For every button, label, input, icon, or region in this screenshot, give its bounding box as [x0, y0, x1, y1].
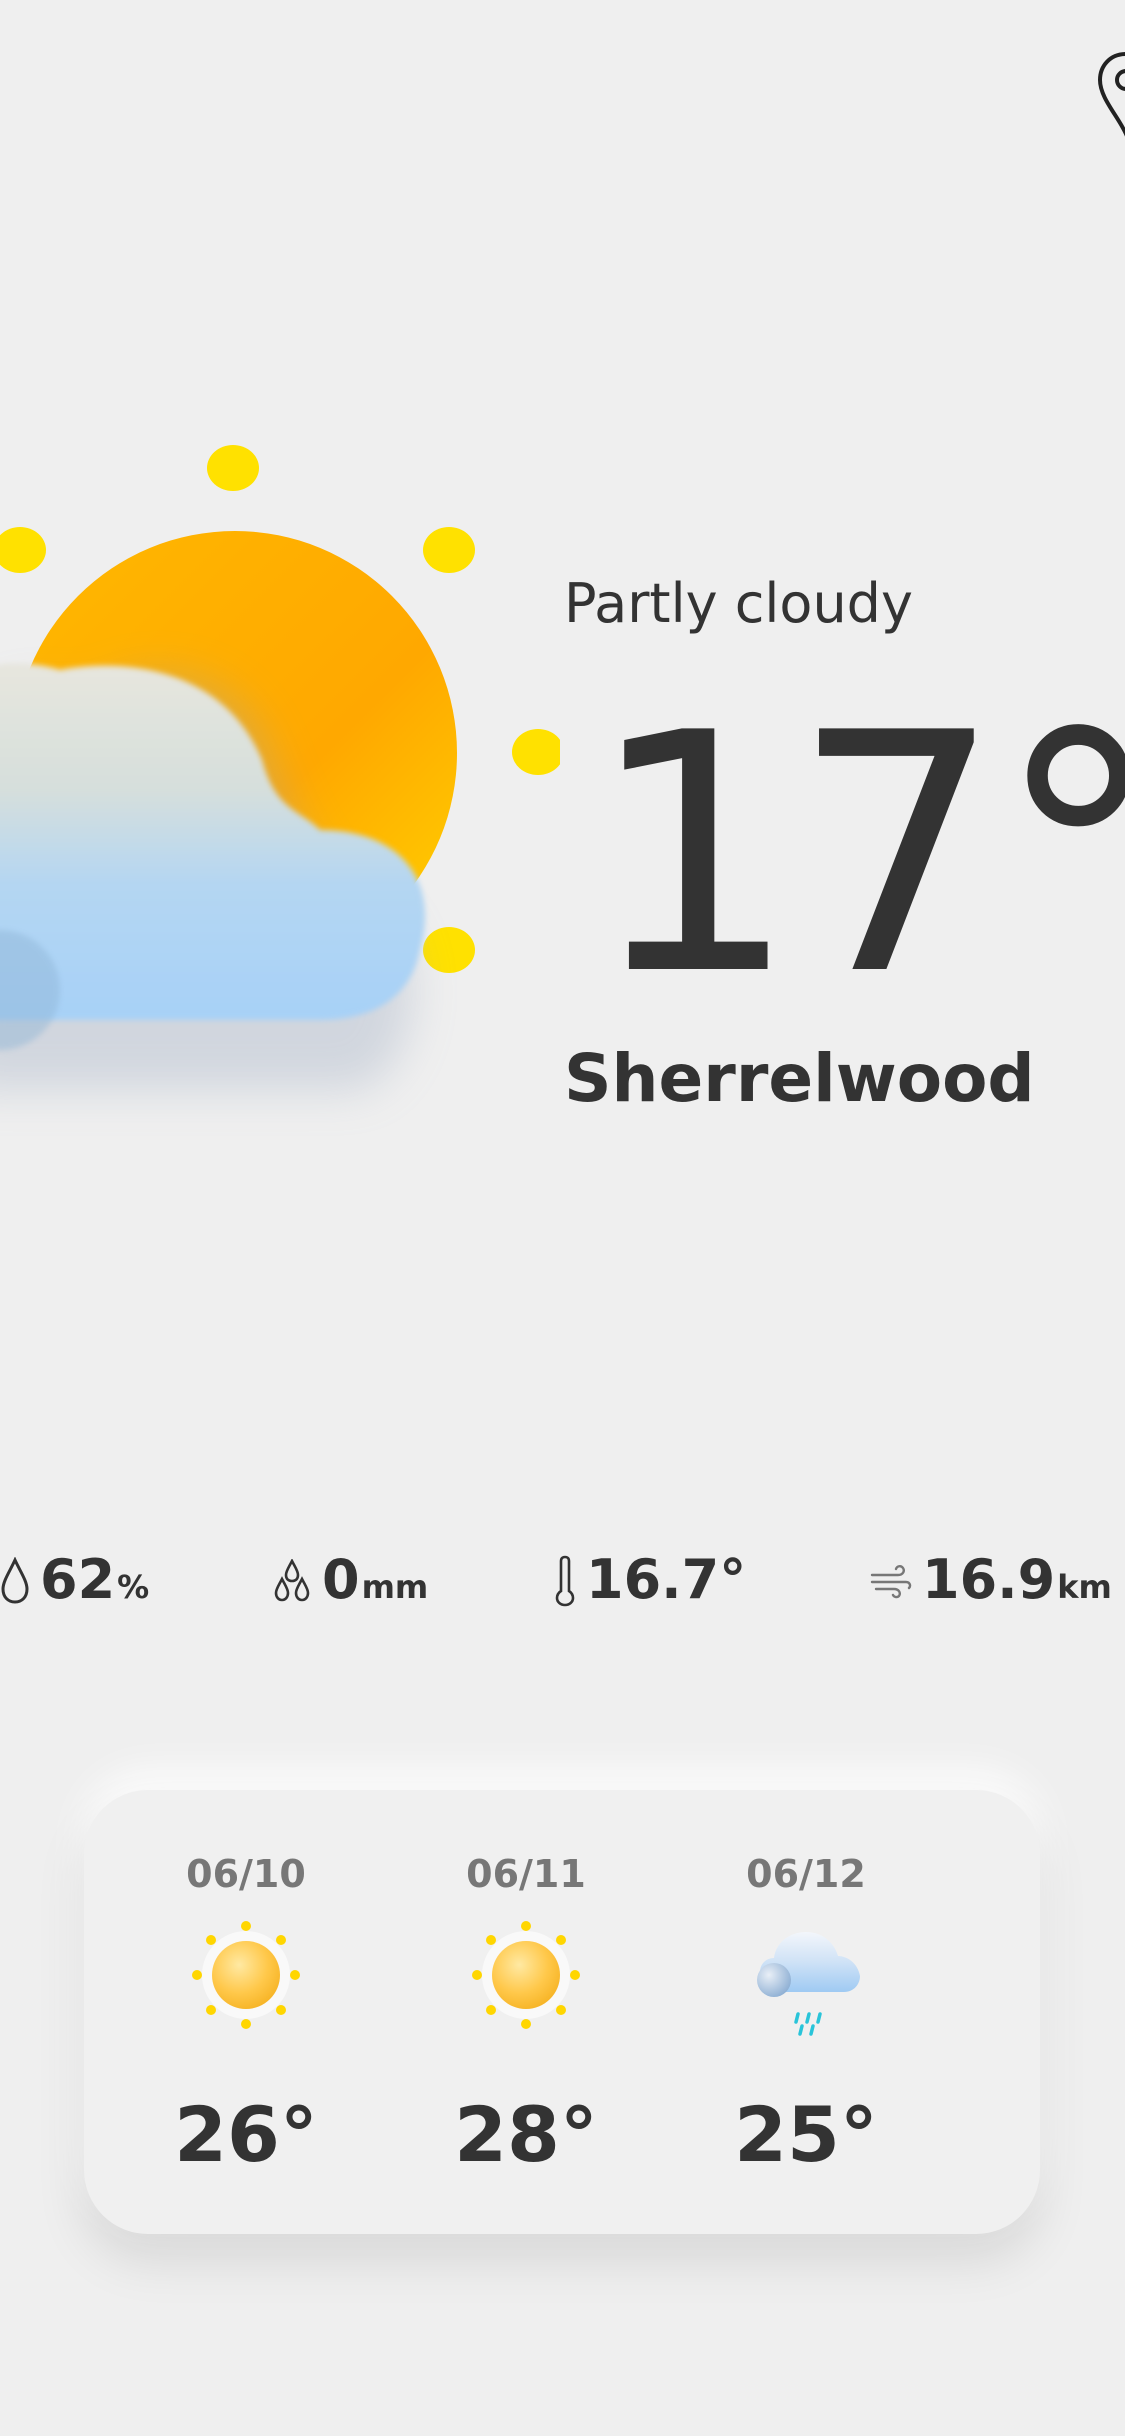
wind-stat: 16.9 km — [870, 1548, 1112, 1618]
sunny-icon — [186, 1920, 306, 2050]
sun-ray — [423, 527, 475, 573]
location-button[interactable] — [1096, 50, 1125, 140]
precipitation-stat: 0 mm — [272, 1548, 428, 1618]
humidity-unit: % — [117, 1568, 150, 1606]
humidity-value: 62 — [40, 1548, 116, 1611]
sun-ray — [207, 445, 259, 491]
sunny-icon — [466, 1920, 586, 2050]
forecast-day[interactable]: 06/11 28° — [406, 1790, 646, 2234]
droplets-icon — [272, 1558, 312, 1607]
humidity-stat: 62 % — [0, 1548, 149, 1618]
thermometer-icon — [554, 1555, 576, 1611]
feels-like-stat: 16.7° — [554, 1548, 746, 1618]
wind-icon — [870, 1561, 912, 1605]
feels-like-value: 16.7° — [586, 1548, 747, 1611]
current-temperature: 17° — [588, 663, 1125, 1047]
forecast-date: 06/10 — [186, 1852, 306, 1896]
weather-condition: Partly cloudy — [564, 572, 913, 635]
wind-value: 16.9 — [922, 1548, 1056, 1611]
sun-ray — [0, 527, 46, 573]
location-pin-icon — [1097, 52, 1125, 137]
forecast-card: 06/10 26° 06/11 28° 06/12 25° — [84, 1790, 1040, 2234]
forecast-day[interactable]: 06/12 25° — [686, 1790, 926, 2234]
forecast-temp: 28° — [454, 2090, 598, 2179]
forecast-temp: 25° — [734, 2090, 878, 2179]
forecast-temp: 26° — [174, 2090, 318, 2179]
precipitation-unit: mm — [361, 1568, 429, 1606]
precipitation-value: 0 — [322, 1548, 360, 1611]
sun-ray — [423, 927, 475, 973]
partly-cloudy-icon — [0, 430, 560, 1190]
forecast-date: 06/12 — [746, 1852, 866, 1896]
rain-cloud-icon — [746, 1920, 866, 2050]
city-name: Sherrelwood — [564, 1040, 1035, 1117]
droplet-icon — [0, 1556, 30, 1609]
weather-screen: Partly cloudy 17° Sherrelwood 62 % 0 mm — [0, 0, 1125, 2436]
wind-unit: km — [1057, 1568, 1112, 1606]
forecast-day[interactable]: 06/10 26° — [126, 1790, 366, 2234]
forecast-date: 06/11 — [466, 1852, 586, 1896]
sun-ray — [512, 729, 560, 775]
